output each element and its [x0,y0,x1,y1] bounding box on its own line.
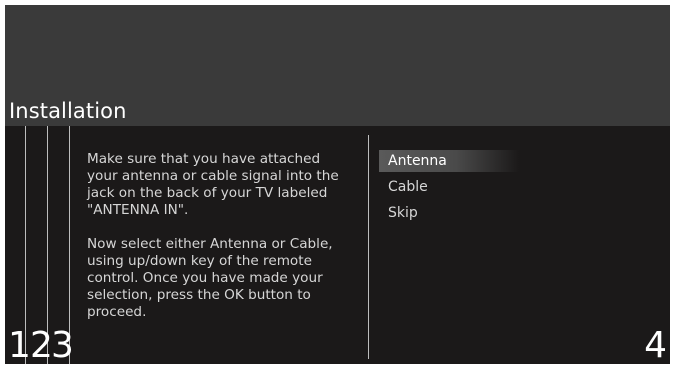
divider-line [368,135,369,359]
step-column-3: 3 [51,126,74,364]
instructions-text: Make sure that you have attached your an… [87,151,349,338]
step-number-2: 2 [30,325,53,365]
menu-item-antenna[interactable]: Antenna [379,150,519,172]
step-column-2: 2 [30,126,53,364]
page-title: Installation [9,99,127,123]
header-bar: Installation [5,5,670,126]
menu-item-skip[interactable]: Skip [379,202,519,224]
step-number-3: 3 [51,325,74,365]
source-menu: Antenna Cable Skip [379,150,519,228]
tv-screen: Installation 1 2 3 Make sure that you ha… [5,5,670,364]
menu-item-cable[interactable]: Cable [379,176,519,198]
step-number-4: 4 [644,325,667,365]
instructions-paragraph-2: Now select either Antenna or Cable, usin… [87,236,333,320]
step-number-1: 1 [8,325,31,365]
step-column-1: 1 [8,126,31,364]
instructions-paragraph-1: Make sure that you have attached your an… [87,151,339,218]
